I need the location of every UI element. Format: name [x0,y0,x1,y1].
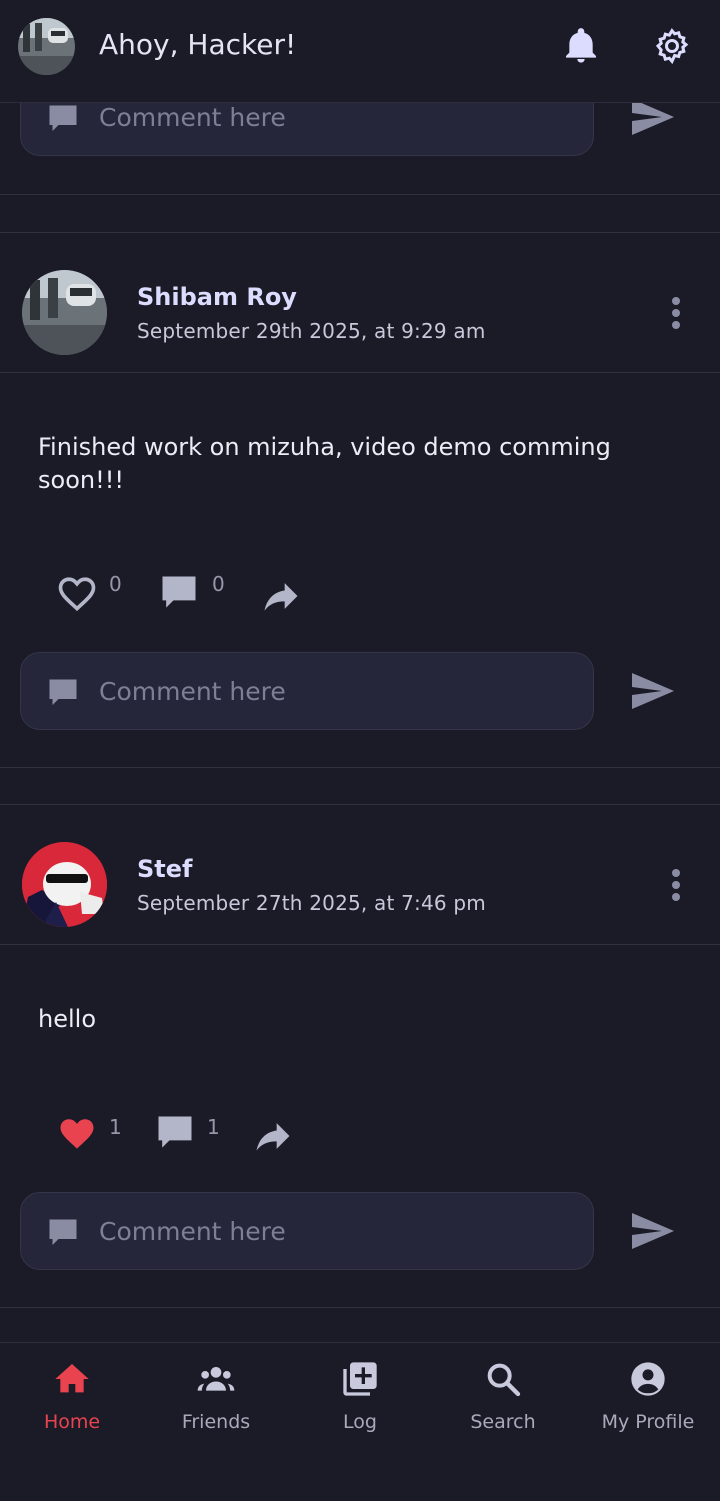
post-card: Stef September 27th 2025, at 7:46 pm hel… [0,804,720,1308]
like-count: 1 [109,1115,122,1139]
nav-log[interactable]: Log [290,1359,430,1449]
comment-input[interactable] [99,1193,579,1269]
nav-profile[interactable]: My Profile [578,1359,718,1449]
more-options-icon[interactable] [664,867,688,903]
nav-log-label: Log [343,1411,377,1433]
user-avatar[interactable] [18,18,75,75]
add-post-icon [343,1362,377,1396]
post-text: Finished work on mizuha, video demo comm… [38,433,611,494]
share-icon[interactable] [251,1114,295,1158]
nav-friends[interactable]: Friends [146,1359,286,1449]
share-icon[interactable] [259,574,303,618]
comment-icon[interactable] [157,571,201,615]
bell-icon[interactable] [561,26,601,66]
comment-icon [49,1219,77,1245]
heart-outline-icon[interactable] [55,571,99,615]
nav-profile-label: My Profile [601,1411,695,1433]
home-icon [55,1364,89,1393]
post-text: hello [38,1005,96,1033]
post-header: Stef September 27th 2025, at 7:46 pm [0,805,720,945]
heart-filled-icon[interactable] [55,1111,99,1155]
nav-home[interactable]: Home [2,1359,142,1449]
nav-search-label: Search [470,1411,536,1433]
nav-search[interactable]: Search [433,1359,573,1449]
nav-home-label: Home [43,1411,101,1433]
comment-icon [49,105,77,131]
comment-count: 0 [212,572,225,596]
greeting-title: Ahoy, Hacker! [99,28,297,61]
more-options-icon[interactable] [664,295,688,331]
author-name[interactable]: Stef [137,855,192,883]
search-icon [487,1363,521,1397]
post-header: Shibam Roy September 29th 2025, at 9:29 … [0,233,720,373]
post-date: September 27th 2025, at 7:46 pm [137,891,486,915]
comment-box [20,652,594,730]
comment-icon[interactable] [153,1111,197,1155]
friends-icon [197,1367,235,1391]
gear-icon[interactable] [652,26,692,66]
nav-friends-label: Friends [181,1411,251,1433]
post-card: Shibam Roy September 29th 2025, at 9:29 … [0,232,720,768]
send-icon[interactable] [628,1207,676,1255]
comment-icon [49,679,77,705]
author-avatar[interactable] [22,270,107,355]
comment-input[interactable] [99,653,579,729]
author-name[interactable]: Shibam Roy [137,283,297,311]
profile-icon [631,1362,665,1396]
send-icon[interactable] [628,667,676,715]
comment-count: 1 [207,1115,220,1139]
like-count: 0 [109,572,122,596]
bottom-navigation: Home Friends Log Search My Profile [0,1342,720,1501]
app-header: Ahoy, Hacker! [0,0,720,103]
comment-box [20,1192,594,1270]
author-avatar[interactable] [22,842,107,927]
post-date: September 29th 2025, at 9:29 am [137,319,486,343]
